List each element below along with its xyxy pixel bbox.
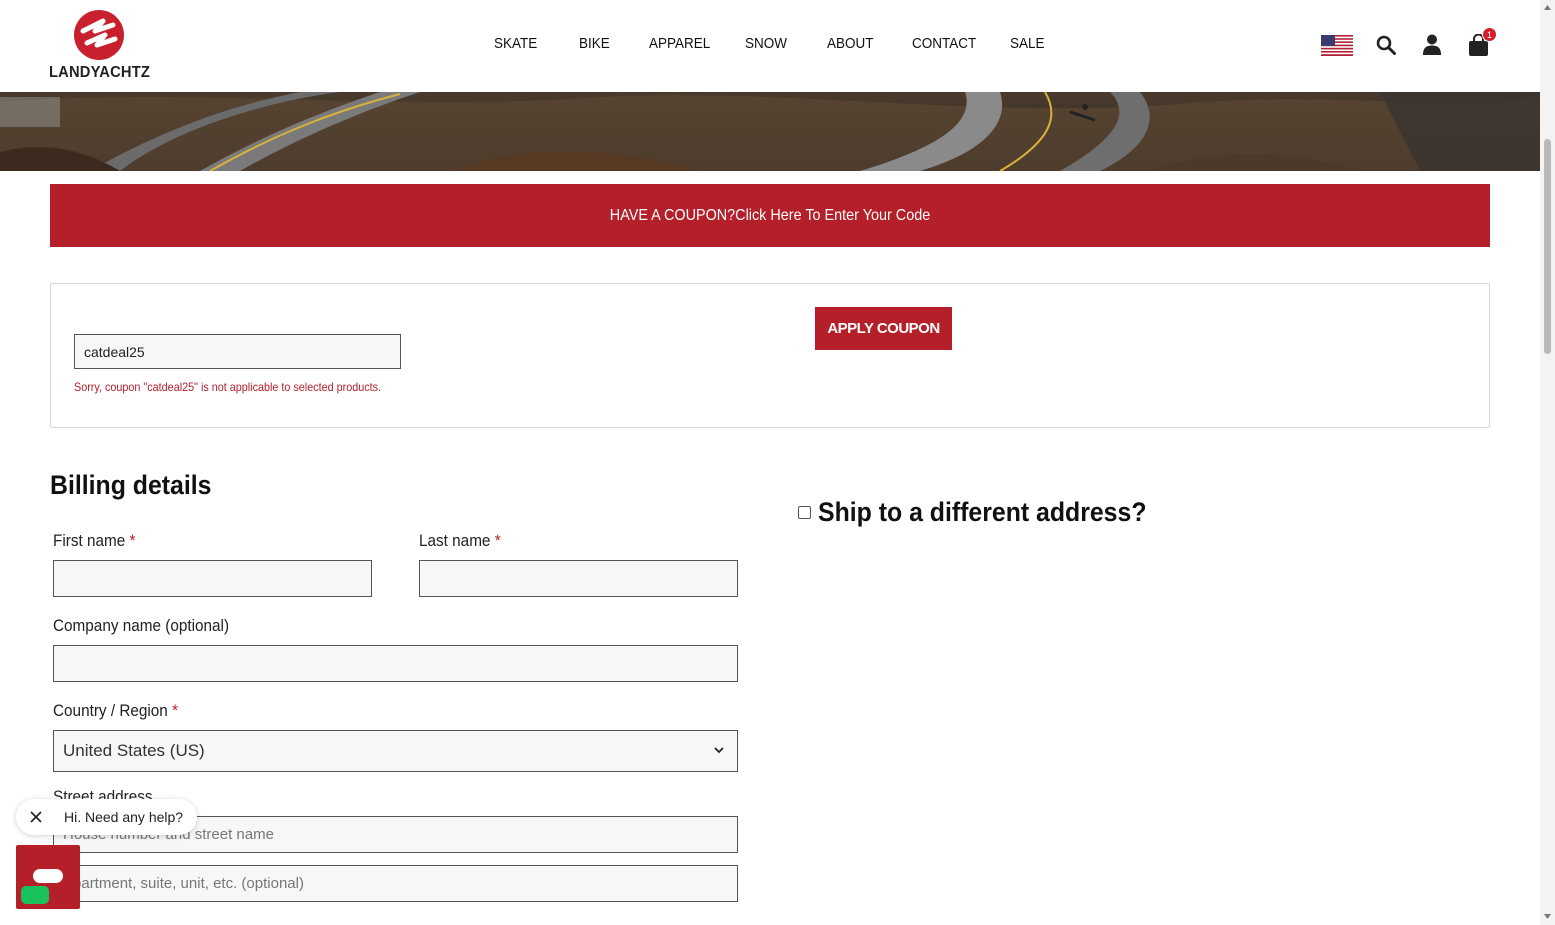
ship-to-different-address: Ship to a different address? [798, 497, 1175, 528]
brand-logo[interactable]: LANDYACHTZ [49, 9, 153, 85]
chat-close-button[interactable] [26, 807, 46, 827]
chat-launcher-button[interactable] [16, 845, 80, 909]
page-scrollbar[interactable] [1540, 0, 1555, 925]
company-name-label: Company name (optional) [53, 616, 230, 635]
us-flag-icon[interactable] [1321, 35, 1353, 56]
chat-icon [33, 869, 63, 883]
cart-count-badge: 1 [1482, 27, 1497, 42]
chat-greeting-bubble[interactable]: Hi. Need any help? [16, 799, 198, 835]
required-mark: * [172, 701, 179, 720]
country-region-select[interactable]: United States (US) [53, 730, 738, 772]
first-name-label: First name * [53, 531, 135, 551]
first-name-label-text: First name [53, 531, 126, 550]
required-mark: * [494, 531, 501, 550]
coupon-form: Sorry, coupon "catdeal25" is not applica… [50, 283, 1490, 428]
chat-greeting-text: Hi. Need any help? [64, 809, 184, 825]
required-mark: * [129, 531, 136, 550]
scrollbar-thumb[interactable] [1544, 139, 1551, 354]
chevron-down-icon [714, 747, 724, 754]
nav-item-contact[interactable]: CONTACT [912, 35, 976, 52]
scroll-down-arrow-icon[interactable] [1544, 913, 1551, 920]
search-icon[interactable] [1376, 35, 1396, 55]
site-header: LANDYACHTZ SKATE BIKE APPAREL SNOW ABOUT… [0, 0, 1540, 92]
user-icon[interactable] [1423, 34, 1441, 55]
nav-item-sale[interactable]: SALE [1010, 35, 1045, 52]
scroll-up-arrow-icon[interactable] [1544, 4, 1551, 11]
coupon-code-input[interactable] [74, 334, 401, 369]
first-name-field[interactable] [53, 560, 372, 597]
logo-text: LANDYACHTZ [49, 64, 151, 81]
close-icon [30, 811, 42, 823]
nav-item-apparel[interactable]: APPAREL [649, 35, 710, 52]
country-region-label-text: Country / Region [53, 701, 168, 720]
ship-different-address-label[interactable]: Ship to a different address? [818, 497, 1146, 528]
ship-different-address-checkbox[interactable] [798, 506, 811, 519]
apply-coupon-button[interactable]: APPLY COUPON [815, 307, 952, 350]
country-selected-value: United States (US) [63, 741, 205, 760]
nav-item-skate[interactable]: SKATE [494, 35, 537, 52]
hero-image [0, 92, 1540, 171]
last-name-label: Last name * [419, 531, 501, 551]
country-region-label: Country / Region * [53, 701, 178, 721]
billing-details-heading: Billing details [50, 470, 212, 500]
nav-item-snow[interactable]: SNOW [745, 35, 787, 52]
logo-mark-icon [74, 10, 124, 60]
chat-status-icon [21, 886, 49, 904]
last-name-label-text: Last name [419, 531, 491, 550]
coupon-error-message: Sorry, coupon "catdeal25" is not applica… [74, 380, 382, 394]
nav-item-bike[interactable]: BIKE [579, 35, 610, 52]
coupon-toggle-text: HAVE A COUPON?Click Here To Enter Your C… [609, 206, 931, 224]
nav-item-about[interactable]: ABOUT [827, 35, 874, 52]
coupon-toggle-banner[interactable]: HAVE A COUPON?Click Here To Enter Your C… [50, 184, 1490, 247]
last-name-field[interactable] [419, 560, 738, 597]
company-name-field[interactable] [53, 645, 738, 682]
street-address-2-field[interactable]: Apartment, suite, unit, etc. (optional) [53, 865, 738, 902]
street-address-2-placeholder: Apartment, suite, unit, etc. (optional) [63, 875, 304, 892]
